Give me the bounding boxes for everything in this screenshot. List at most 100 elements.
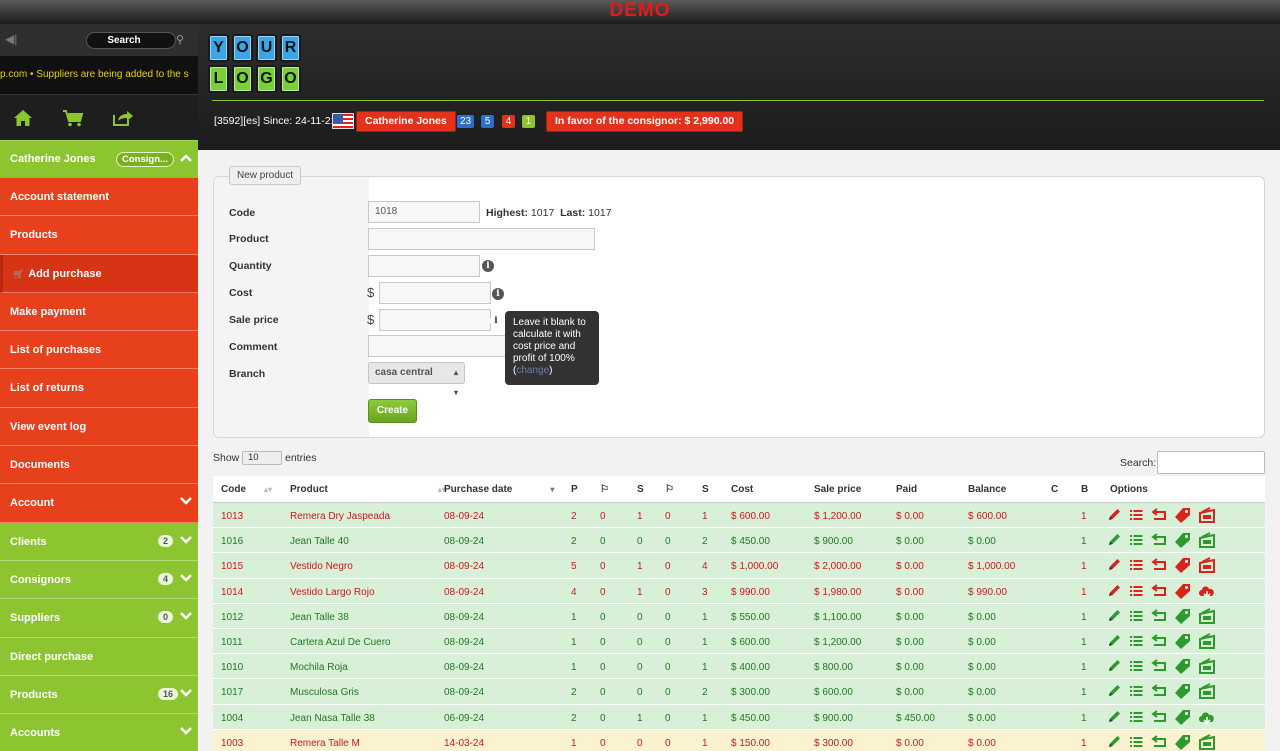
details-list-icon[interactable] [1129,683,1144,699]
info-icon[interactable]: i [482,260,494,272]
price-tag-icon[interactable] [1174,683,1191,700]
sidebar-item[interactable]: Make payment [0,292,198,332]
chevron-down-icon[interactable] [180,535,192,547]
inventory-box-icon[interactable] [1198,633,1216,649]
sidebar-item[interactable]: List of returns [0,369,198,408]
search-icon[interactable]: ⚲ [176,33,184,46]
edit-pencil-icon[interactable] [1107,734,1122,750]
table-search-input[interactable] [1157,451,1265,474]
return-arrow-icon[interactable] [1151,557,1167,573]
details-list-icon[interactable] [1129,557,1144,573]
edit-pencil-icon[interactable] [1107,683,1122,699]
edit-pencil-icon[interactable] [1107,557,1122,573]
inventory-box-icon[interactable] [1198,607,1216,624]
chevron-down-icon[interactable] [180,688,192,700]
table-row[interactable]: 1015 Vestido Negro 08-09-24 5 0 1 0 4 $ 1,000.00… [213,553,1265,579]
details-list-icon[interactable] [1129,709,1144,725]
cloud-download-icon[interactable] [1198,709,1216,725]
column-header[interactable]: Cost [731,484,753,495]
sidebar-item[interactable]: Documents [0,446,198,485]
sidebar-item[interactable]: Products 16 [0,675,198,715]
sidebar-user-header[interactable]: Catherine Jones Consign... [0,140,198,178]
table-row[interactable]: 1011 Cartera Azul De Cuero 08-09-24 1 0 0 0 1 $ … [213,628,1265,655]
sidebar-item[interactable]: Account statement [0,178,198,217]
edit-pencil-icon[interactable] [1107,633,1122,649]
column-header[interactable]: Balance [968,484,1006,495]
sidebar-item[interactable]: Products [0,216,198,255]
chevron-down-icon[interactable] [180,726,192,738]
create-button[interactable]: Create [368,399,417,423]
count-badge[interactable]: 1 [522,115,535,128]
return-arrow-icon[interactable] [1151,683,1167,699]
chevron-down-icon[interactable] [180,611,192,623]
comment-input[interactable] [368,335,508,357]
return-arrow-icon[interactable] [1151,633,1167,649]
sidebar-item[interactable]: Direct purchase [0,637,198,676]
edit-pencil-icon[interactable] [1107,532,1122,548]
cost-input[interactable] [379,282,491,304]
chevron-up-icon[interactable] [180,150,192,166]
column-header[interactable]: S [637,484,644,495]
return-arrow-icon[interactable] [1151,507,1167,523]
details-list-icon[interactable] [1129,608,1144,624]
details-list-icon[interactable] [1129,658,1144,674]
price-tag-icon[interactable] [1174,658,1191,675]
branch-select[interactable]: casa central ▴ ▾ [368,362,465,397]
inventory-box-icon[interactable] [1198,532,1216,549]
cloud-download-icon[interactable] [1198,583,1216,599]
sale-price-input[interactable] [379,309,491,331]
sidebar-item[interactable]: Accounts [0,714,198,751]
return-arrow-icon[interactable] [1151,709,1167,725]
column-header[interactable]: Options [1110,484,1148,495]
balance-button[interactable]: In favor of the consignor: $ 2,990.00 [546,111,744,132]
price-tag-icon[interactable] [1174,557,1191,574]
home-icon[interactable] [12,107,34,129]
page-size-select[interactable]: 10 [242,451,282,465]
inventory-box-icon[interactable] [1198,683,1216,700]
column-header[interactable]: Product ▴▾ [290,484,446,495]
details-list-icon[interactable] [1129,583,1144,599]
price-tag-icon[interactable] [1174,583,1191,599]
column-header[interactable]: P [571,484,578,495]
sidebar-search-input[interactable]: Search [86,32,176,49]
details-list-icon[interactable] [1129,532,1144,548]
share-icon[interactable] [112,107,134,129]
edit-pencil-icon[interactable] [1107,507,1122,523]
sidebar-item[interactable]: Clients 2 [0,522,198,561]
column-header[interactable]: S [702,484,709,495]
table-row[interactable]: 1004 Jean Nasa Talle 38 06-09-24 2 0 1 0 1 $ 450… [213,704,1265,730]
sidebar-item[interactable]: List of purchases [0,331,198,370]
return-arrow-icon[interactable] [1151,734,1167,750]
quantity-input[interactable] [368,255,480,277]
product-input[interactable] [368,228,595,250]
count-badge[interactable]: 4 [502,115,515,128]
tab-new-product[interactable]: New product [229,166,302,185]
column-header[interactable]: ⚐ [665,484,674,495]
sidebar-item[interactable]: Suppliers 0 [0,599,198,638]
cart-icon[interactable] [62,107,84,129]
column-header[interactable]: Purchase date ▾ [444,484,554,495]
table-row[interactable]: 1014 Vestido Largo Rojo 08-09-24 4 0 1 0 3 $ 990… [213,578,1265,604]
info-icon[interactable]: i [492,288,504,300]
price-tag-icon[interactable] [1174,532,1191,549]
sidebar-item[interactable]: 🛒 Add purchase [0,254,198,293]
details-list-icon[interactable] [1129,734,1144,750]
edit-pencil-icon[interactable] [1107,709,1122,725]
column-header[interactable]: ⚐ [600,484,609,495]
collapse-sidebar-icon[interactable]: ◀| [5,32,17,46]
chevron-down-icon[interactable] [180,496,192,508]
column-header[interactable]: C [1051,484,1058,495]
tooltip-change-link[interactable]: change [516,365,549,376]
us-flag-icon[interactable] [332,113,354,129]
table-row[interactable]: 1003 Remera Talle M 14-03-24 1 0 0 0 1 $ 150.00 $… [213,729,1265,751]
column-header[interactable]: Paid [896,484,917,495]
details-list-icon[interactable] [1129,507,1144,523]
column-header[interactable]: B [1081,484,1088,495]
inventory-box-icon[interactable] [1198,557,1216,574]
table-row[interactable]: 1012 Jean Talle 38 08-09-24 1 0 0 0 1 $ 550.00 $ … [213,603,1265,629]
chevron-down-icon[interactable] [180,573,192,585]
price-tag-icon[interactable] [1174,507,1191,523]
edit-pencil-icon[interactable] [1107,658,1122,674]
price-tag-icon[interactable] [1174,608,1191,624]
table-row[interactable]: 1016 Jean Talle 40 08-09-24 2 0 0 0 2 $ 450.00 $ … [213,528,1265,554]
